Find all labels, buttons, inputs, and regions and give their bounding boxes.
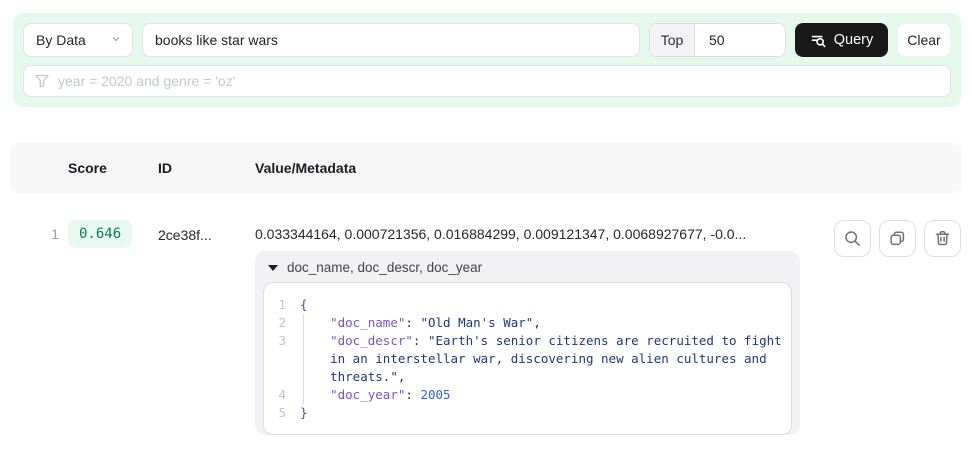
code-lines: 1{2 "doc_name": "Old Man's War",3 "doc_d… (272, 296, 781, 422)
line-number (272, 368, 286, 386)
score-cell: 0.646 (68, 220, 158, 443)
line-number: 5 (272, 404, 286, 422)
header-score: Score (68, 160, 158, 176)
chevron-down-icon (110, 32, 122, 48)
code-line: 4 "doc_year": 2005 (272, 386, 781, 404)
value-cell: 0.033344164, 0.000721356, 0.016884299, 0… (255, 220, 834, 443)
search-input[interactable] (142, 23, 640, 57)
table-row: 1 0.646 2ce38f... 0.033344164, 0.0007213… (10, 193, 961, 443)
line-number (272, 350, 286, 368)
query-mode-select[interactable]: By Data (23, 23, 133, 57)
copy-icon (888, 229, 907, 248)
point-id: 2ce38f... (158, 220, 255, 443)
query-search-icon (810, 32, 827, 49)
query-panel: By Data Top Query Clear (13, 13, 961, 107)
results-table: Score ID Value/Metadata 1 0.646 2ce38f..… (10, 143, 961, 443)
score-badge: 0.646 (68, 220, 132, 248)
payload-json-viewer: 1{2 "doc_name": "Old Man's War",3 "doc_d… (263, 282, 792, 435)
query-button-label: Query (834, 32, 874, 48)
payload-summary-label: doc_name, doc_descr, doc_year (287, 260, 482, 275)
header-value-metadata: Value/Metadata (255, 160, 834, 176)
row-actions (834, 220, 961, 443)
topk-input[interactable] (695, 24, 785, 56)
query-button[interactable]: Query (795, 23, 888, 57)
line-number: 1 (272, 296, 286, 314)
row-index: 1 (10, 220, 68, 443)
line-number: 3 (272, 332, 286, 350)
topk-group: Top (649, 23, 786, 57)
line-number: 4 (272, 386, 286, 404)
clear-button[interactable]: Clear (897, 23, 951, 57)
line-number: 2 (272, 314, 286, 332)
code-line: 3 "doc_descr": "Earth's senior citizens … (272, 332, 781, 350)
query-toolbar: By Data Top Query Clear (23, 23, 951, 57)
code-line: in an interstellar war, discovering new … (272, 350, 781, 368)
indent-guide (303, 314, 304, 404)
code-line: 1{ (272, 296, 781, 314)
payload-summary-toggle[interactable]: doc_name, doc_descr, doc_year (255, 251, 800, 282)
copy-point-button[interactable] (879, 220, 916, 257)
query-mode-value: By Data (36, 32, 86, 48)
code-line: threats.", (272, 368, 781, 386)
table-header-row: Score ID Value/Metadata (10, 143, 961, 193)
filter-input[interactable] (23, 65, 951, 97)
delete-point-button[interactable] (924, 220, 961, 257)
code-line: 5} (272, 404, 781, 422)
magnifier-icon (843, 229, 862, 248)
code-line: 2 "doc_name": "Old Man's War", (272, 314, 781, 332)
topk-label: Top (650, 24, 695, 56)
payload-panel: doc_name, doc_descr, doc_year 1{2 "doc_n… (255, 251, 800, 435)
vector-preview: 0.033344164, 0.000721356, 0.016884299, 0… (255, 220, 834, 242)
caret-down-icon (268, 265, 278, 271)
inspect-point-button[interactable] (834, 220, 871, 257)
header-id: ID (158, 160, 255, 176)
trash-icon (933, 229, 952, 248)
filter-row (23, 65, 951, 97)
